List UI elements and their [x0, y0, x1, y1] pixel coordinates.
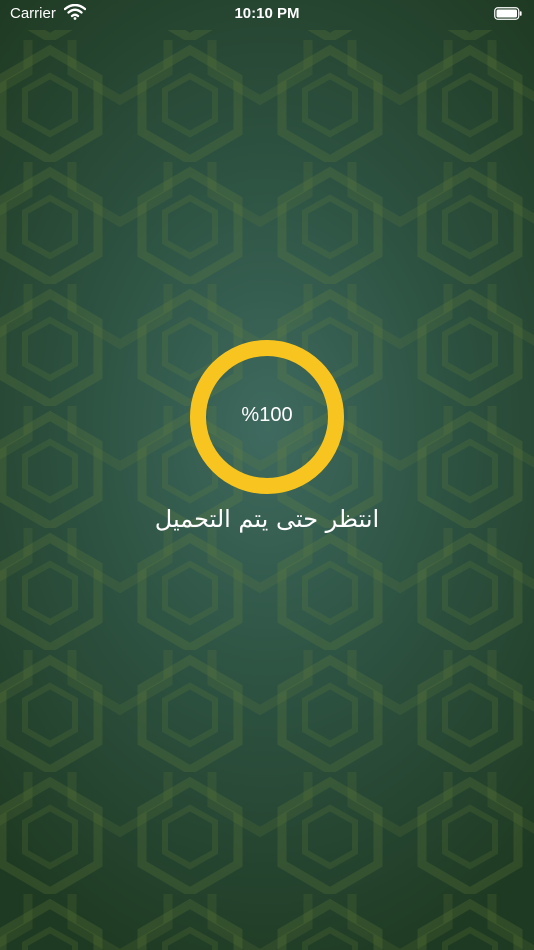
status-bar: Carrier 10:10 PM [0, 0, 534, 28]
loading-message: انتظر حتى يتم التحميل [154, 505, 380, 533]
progress-percent-label: %100 [241, 404, 293, 426]
battery-icon [494, 7, 522, 20]
status-time: 10:10 PM [234, 5, 300, 22]
